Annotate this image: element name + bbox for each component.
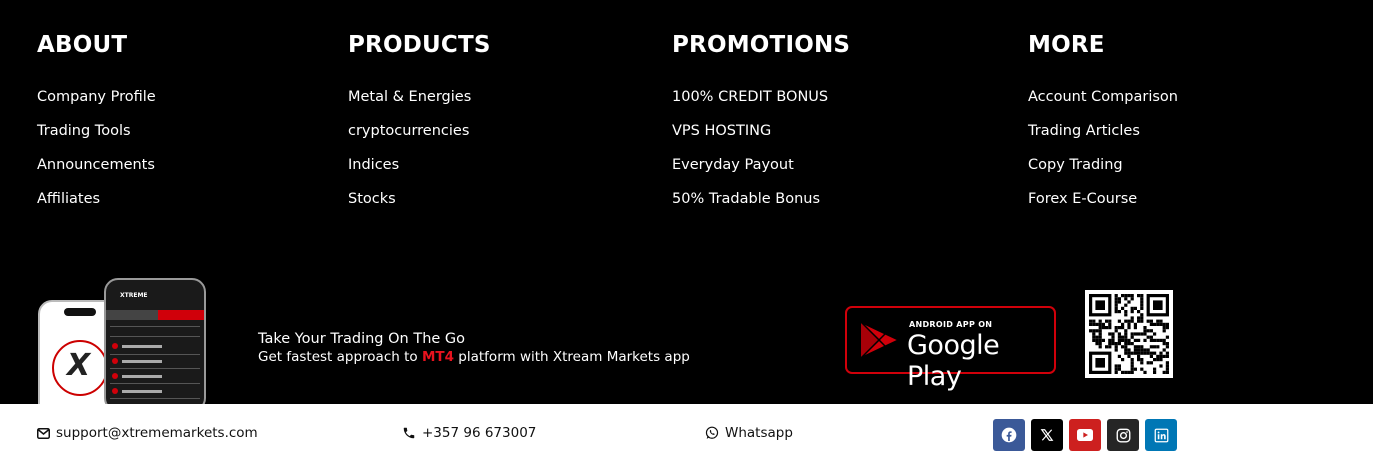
- link-trading-articles[interactable]: Trading Articles: [1028, 114, 1178, 148]
- link-affiliates[interactable]: Affiliates: [37, 182, 156, 216]
- app-promo-text: Take Your Trading On The Go Get fastest …: [258, 330, 690, 366]
- youtube-button[interactable]: [1069, 419, 1101, 451]
- footer-top: ABOUT Company Profile Trading Tools Anno…: [0, 0, 1373, 424]
- facebook-icon: [1001, 427, 1017, 443]
- link-everyday-payout[interactable]: Everyday Payout: [672, 148, 850, 182]
- promotions-column: PROMOTIONS 100% CREDIT BONUS VPS HOSTING…: [672, 30, 850, 216]
- phone-front-mockup: XTREME: [104, 278, 206, 412]
- link-trading-tools[interactable]: Trading Tools: [37, 114, 156, 148]
- mt4-highlight: MT4: [421, 349, 454, 365]
- link-copy-trading[interactable]: Copy Trading: [1028, 148, 1178, 182]
- facebook-button[interactable]: [993, 419, 1025, 451]
- google-play-small-label: ANDROID APP ON: [909, 320, 993, 329]
- qr-code-image: [1089, 294, 1169, 374]
- app-promo-title: Take Your Trading On The Go: [258, 331, 466, 347]
- products-heading: PRODUCTS: [348, 32, 491, 58]
- social-links: [993, 419, 1177, 451]
- more-column: MORE Account Comparison Trading Articles…: [1028, 30, 1178, 216]
- link-indices[interactable]: Indices: [348, 148, 491, 182]
- email-contact[interactable]: support@xtrememarkets.com: [37, 425, 258, 441]
- instagram-button[interactable]: [1107, 419, 1139, 451]
- whatsapp-text: Whatsapp: [725, 425, 793, 441]
- link-announcements[interactable]: Announcements: [37, 148, 156, 182]
- link-cryptocurrencies[interactable]: cryptocurrencies: [348, 114, 491, 148]
- linkedin-icon: [1154, 428, 1168, 442]
- about-column: ABOUT Company Profile Trading Tools Anno…: [37, 30, 156, 216]
- phone-icon: [403, 427, 415, 439]
- xtreme-logo-icon: X: [52, 340, 108, 396]
- link-credit-bonus[interactable]: 100% CREDIT BONUS: [672, 80, 850, 114]
- link-tradable-bonus[interactable]: 50% Tradable Bonus: [672, 182, 850, 216]
- linkedin-button[interactable]: [1145, 419, 1177, 451]
- link-forex-ecourse[interactable]: Forex E-Course: [1028, 182, 1178, 216]
- subtitle-suffix: platform with Xtream Markets app: [454, 349, 690, 365]
- google-play-icon: [860, 321, 900, 359]
- subtitle-prefix: Get fastest approach to: [258, 349, 422, 365]
- link-company-profile[interactable]: Company Profile: [37, 80, 156, 114]
- youtube-icon: [1077, 429, 1093, 441]
- products-column: PRODUCTS Metal & Energies cryptocurrenci…: [348, 30, 491, 216]
- app-promo-subtitle: Get fastest approach to MT4 platform wit…: [258, 348, 690, 366]
- app-phones-image: X XTREME: [38, 278, 208, 424]
- link-stocks[interactable]: Stocks: [348, 182, 491, 216]
- link-vps-hosting[interactable]: VPS HOSTING: [672, 114, 850, 148]
- google-play-big-label: Google Play: [907, 330, 1000, 392]
- phone-brand-text: XTREME: [120, 292, 148, 299]
- phone-contact[interactable]: +357 96 673007: [402, 425, 536, 441]
- x-button[interactable]: [1031, 419, 1063, 451]
- link-account-comparison[interactable]: Account Comparison: [1028, 80, 1178, 114]
- envelope-icon: [37, 427, 50, 439]
- email-text: support@xtrememarkets.com: [56, 425, 258, 441]
- more-heading: MORE: [1028, 32, 1105, 58]
- x-icon: [1040, 429, 1054, 441]
- promotions-heading: PROMOTIONS: [672, 32, 851, 58]
- contact-bar: support@xtrememarkets.com +357 96 673007…: [0, 404, 1373, 461]
- link-metal-energies[interactable]: Metal & Energies: [348, 80, 491, 114]
- qr-code: [1085, 290, 1173, 378]
- phone-text: +357 96 673007: [422, 425, 537, 441]
- about-heading: ABOUT: [37, 32, 128, 58]
- whatsapp-icon: [705, 426, 719, 439]
- whatsapp-contact[interactable]: Whatsapp: [705, 425, 793, 441]
- instagram-icon: [1116, 428, 1130, 442]
- google-play-button[interactable]: ANDROID APP ON Google Play: [845, 306, 1056, 392]
